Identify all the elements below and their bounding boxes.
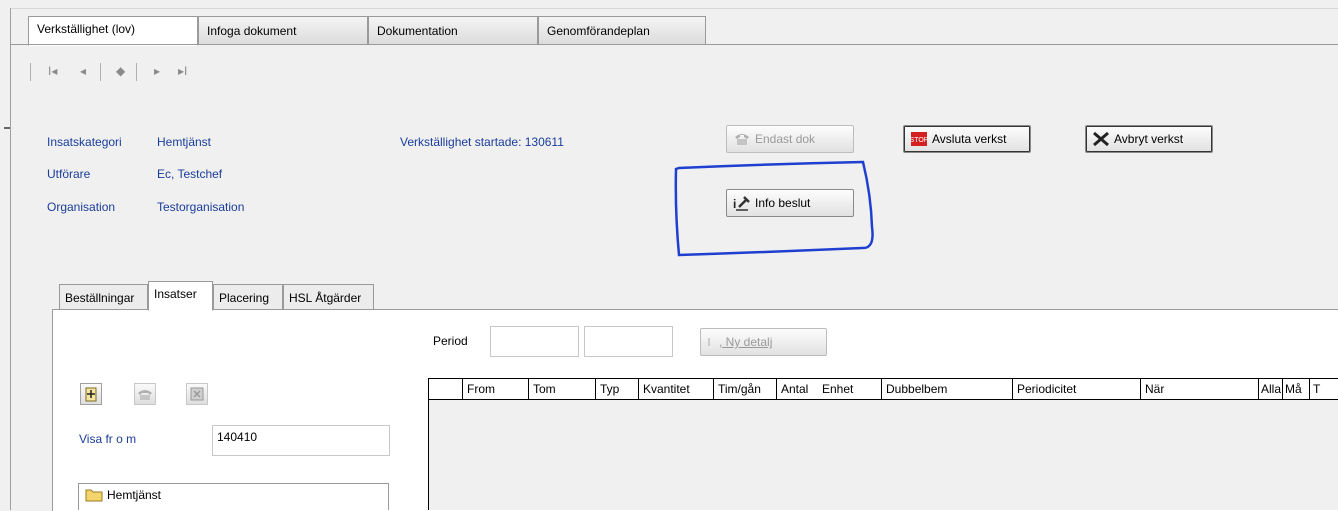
nav-separator xyxy=(100,63,101,81)
copy-button[interactable] xyxy=(134,383,156,405)
insatser-grid-body[interactable] xyxy=(428,400,1338,510)
new-detail-icon xyxy=(707,334,715,350)
delete-button[interactable] xyxy=(186,383,208,405)
visa-from-input[interactable] xyxy=(212,425,390,456)
last-record-button[interactable]: ▸I xyxy=(178,64,187,78)
subtab-hsl-atgarder[interactable]: HSL Åtgärder xyxy=(283,284,374,310)
grid-col-from[interactable]: From xyxy=(462,379,528,399)
delete-icon xyxy=(190,387,204,401)
subtab-label: HSL Åtgärder xyxy=(289,291,362,305)
avsluta-verkst-button[interactable]: STOP Avsluta verkst xyxy=(903,125,1031,153)
copy-icon xyxy=(138,390,152,400)
endast-dok-label: Endast dok xyxy=(755,132,816,146)
first-record-button[interactable]: I◂ xyxy=(48,64,57,78)
period-to-input[interactable] xyxy=(584,326,673,357)
current-record-button[interactable]: ◆ xyxy=(116,64,125,78)
period-label: Period xyxy=(433,334,468,348)
tab-strip-border xyxy=(11,44,1338,45)
grid-col-ma[interactable]: Må xyxy=(1282,379,1309,399)
nav-separator xyxy=(30,63,31,81)
subtab-placering[interactable]: Placering xyxy=(213,284,283,310)
grid-col-kvantitet[interactable]: Kvantitet xyxy=(638,379,713,399)
add-button[interactable] xyxy=(80,383,102,405)
avbryt-label: Avbryt verkst xyxy=(1114,132,1184,146)
grid-col-alla[interactable]: Alla xyxy=(1258,379,1282,399)
ny-detalj-button[interactable]: , Ny detalj xyxy=(700,328,827,356)
verkstallighet-started: Verkställighet startade: 130611 xyxy=(400,135,564,149)
stop-sign-icon: STOP xyxy=(910,131,929,147)
window-top-strip xyxy=(0,0,1338,9)
grid-col-tom[interactable]: Tom xyxy=(528,379,595,399)
grid-col-select[interactable] xyxy=(429,379,462,399)
tree-item-hemtjanst[interactable]: Hemtjänst xyxy=(85,488,161,502)
splitter-handle[interactable] xyxy=(4,127,10,129)
grid-col-dubbelbem[interactable]: Dubbelbem xyxy=(881,379,1012,399)
phone-icon xyxy=(733,131,751,147)
tab-genomforandeplan[interactable]: Genomförandeplan xyxy=(538,16,706,44)
tab-label: Infoga dokument xyxy=(207,24,297,38)
tab-verkstallighet[interactable]: Verkställighet (lov) xyxy=(28,16,198,46)
organisation-value: Testorganisation xyxy=(157,200,245,214)
period-from-input[interactable] xyxy=(490,326,579,357)
tree-item-label: Hemtjänst xyxy=(107,488,162,502)
left-border xyxy=(10,8,11,510)
subtab-label: Insatser xyxy=(154,287,197,301)
utforare-value: Ec, Testchef xyxy=(157,167,223,181)
prev-record-button[interactable]: ◂ xyxy=(80,64,86,78)
avbryt-verkst-button[interactable]: Avbryt verkst xyxy=(1085,125,1213,153)
grid-col-nar[interactable]: När xyxy=(1140,379,1258,399)
subtab-label: Beställningar xyxy=(65,291,135,305)
grid-col-antal[interactable]: Antal xyxy=(776,379,820,399)
grid-col-typ[interactable]: Typ xyxy=(595,379,638,399)
endast-dok-button[interactable]: Endast dok xyxy=(726,125,854,153)
grid-col-tim-gan[interactable]: Tim/gån xyxy=(713,379,776,399)
tab-label: Verkställighet (lov) xyxy=(37,22,136,36)
insatser-grid-header: From Tom Typ Kvantitet Tim/gån Antal Enh… xyxy=(428,378,1338,400)
utforare-label: Utförare xyxy=(47,167,91,181)
tab-infoga-dokument[interactable]: Infoga dokument xyxy=(198,16,368,44)
insats-tree[interactable]: Hemtjänst xyxy=(78,483,389,510)
svg-text:STOP: STOP xyxy=(910,137,928,144)
next-record-button[interactable]: ▸ xyxy=(154,64,160,78)
avsluta-label: Avsluta verkst xyxy=(932,132,1007,146)
insatskategori-label: Insatskategori xyxy=(47,135,122,149)
subtab-insatser[interactable]: Insatser xyxy=(148,281,213,311)
ny-detalj-label: , Ny detalj xyxy=(719,335,773,349)
subtab-bestallningar[interactable]: Beställningar xyxy=(59,284,148,310)
organisation-label: Organisation xyxy=(47,200,116,214)
grid-col-periodicitet[interactable]: Periodicitet xyxy=(1012,379,1140,399)
nav-separator xyxy=(136,63,137,81)
subtab-label: Placering xyxy=(219,291,270,305)
tab-label: Dokumentation xyxy=(377,24,458,38)
visa-from-label: Visa fr o m xyxy=(79,432,137,446)
folder-icon xyxy=(85,488,103,502)
annotation-highlight xyxy=(674,160,874,257)
tab-dokumentation[interactable]: Dokumentation xyxy=(368,16,538,44)
add-icon xyxy=(85,387,97,402)
cancel-tools-icon xyxy=(1092,131,1110,147)
grid-col-t[interactable]: T xyxy=(1309,379,1338,399)
insatskategori-value: Hemtjänst xyxy=(157,135,212,149)
tab-label: Genomförandeplan xyxy=(547,24,650,38)
grid-col-enhet[interactable]: Enhet xyxy=(818,379,881,399)
left-rail xyxy=(0,8,10,510)
